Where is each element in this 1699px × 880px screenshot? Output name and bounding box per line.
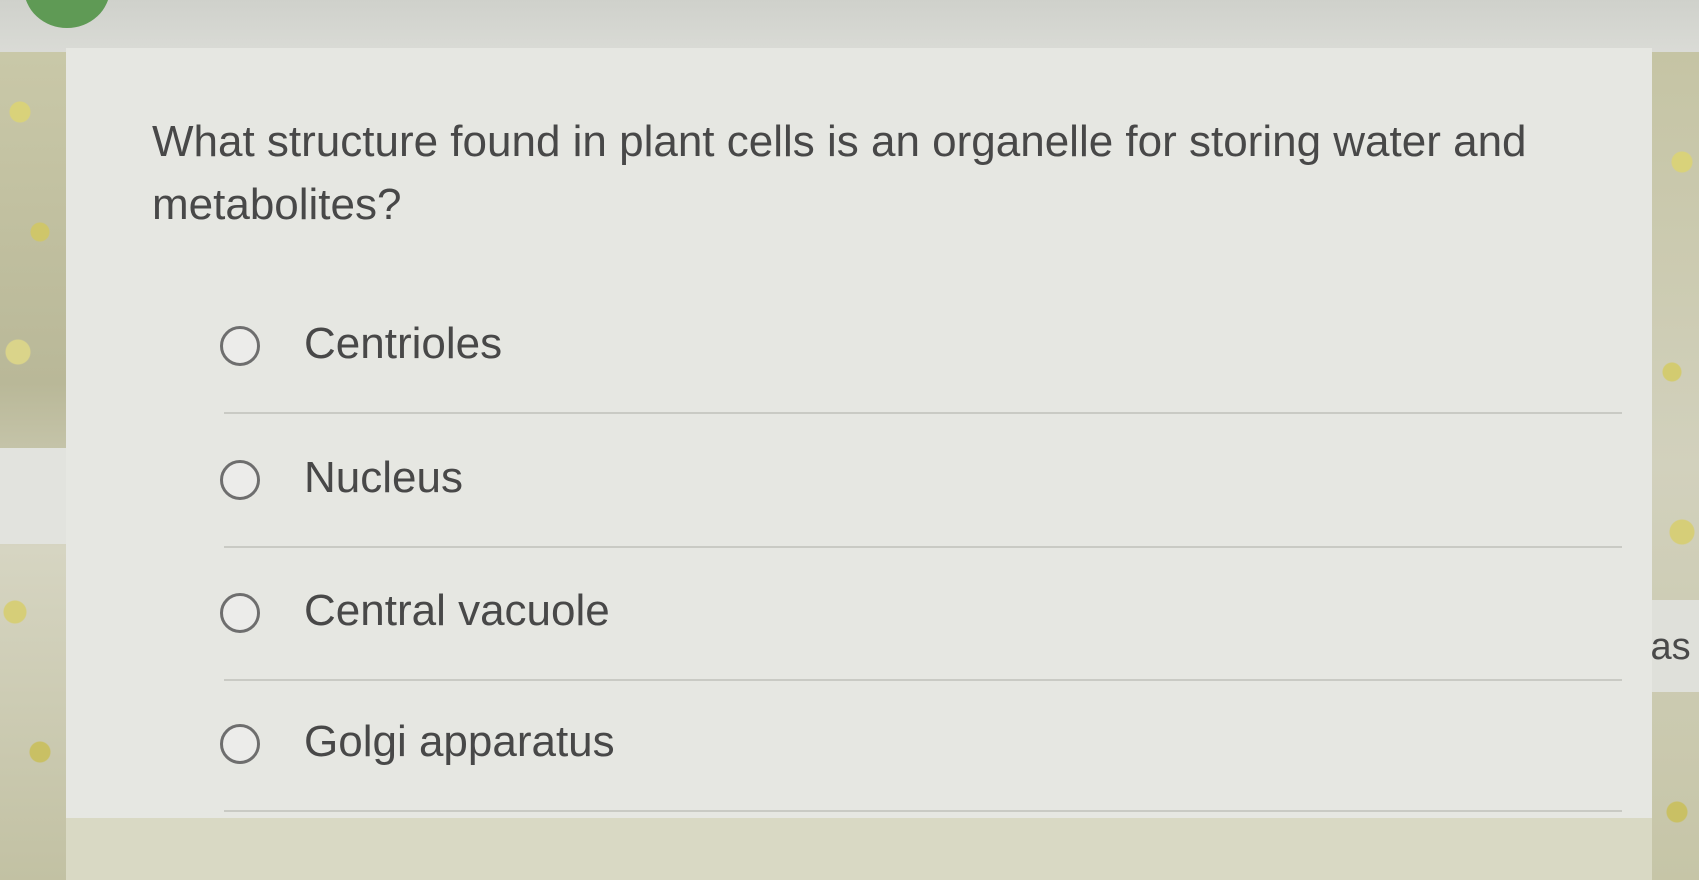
answer-option-central-vacuole[interactable]: Central vacuole [152, 573, 1622, 707]
answer-option-nucleus[interactable]: Nucleus [152, 440, 1622, 574]
background-left-divider [0, 448, 66, 544]
radio-button-icon[interactable] [220, 460, 260, 500]
option-divider [224, 679, 1622, 681]
question-card: What structure found in plant cells is a… [66, 48, 1652, 880]
background-right-panel [1652, 52, 1699, 880]
radio-button-icon[interactable] [220, 593, 260, 633]
answer-option-label: Centrioles [304, 319, 503, 368]
radio-button-icon[interactable] [220, 724, 260, 764]
answer-option-label: Golgi apparatus [304, 717, 615, 766]
answer-option-label: Nucleus [304, 453, 463, 502]
answer-option-label: Central vacuole [304, 586, 610, 635]
option-divider [224, 810, 1622, 812]
question-text: What structure found in plant cells is a… [152, 117, 1527, 229]
option-divider [224, 546, 1622, 548]
option-divider [224, 412, 1622, 414]
radio-button-icon[interactable] [220, 326, 260, 366]
top-strip [0, 0, 1699, 52]
answer-option-centrioles[interactable]: Centrioles [152, 306, 1622, 440]
card-footer-strip [66, 818, 1652, 880]
